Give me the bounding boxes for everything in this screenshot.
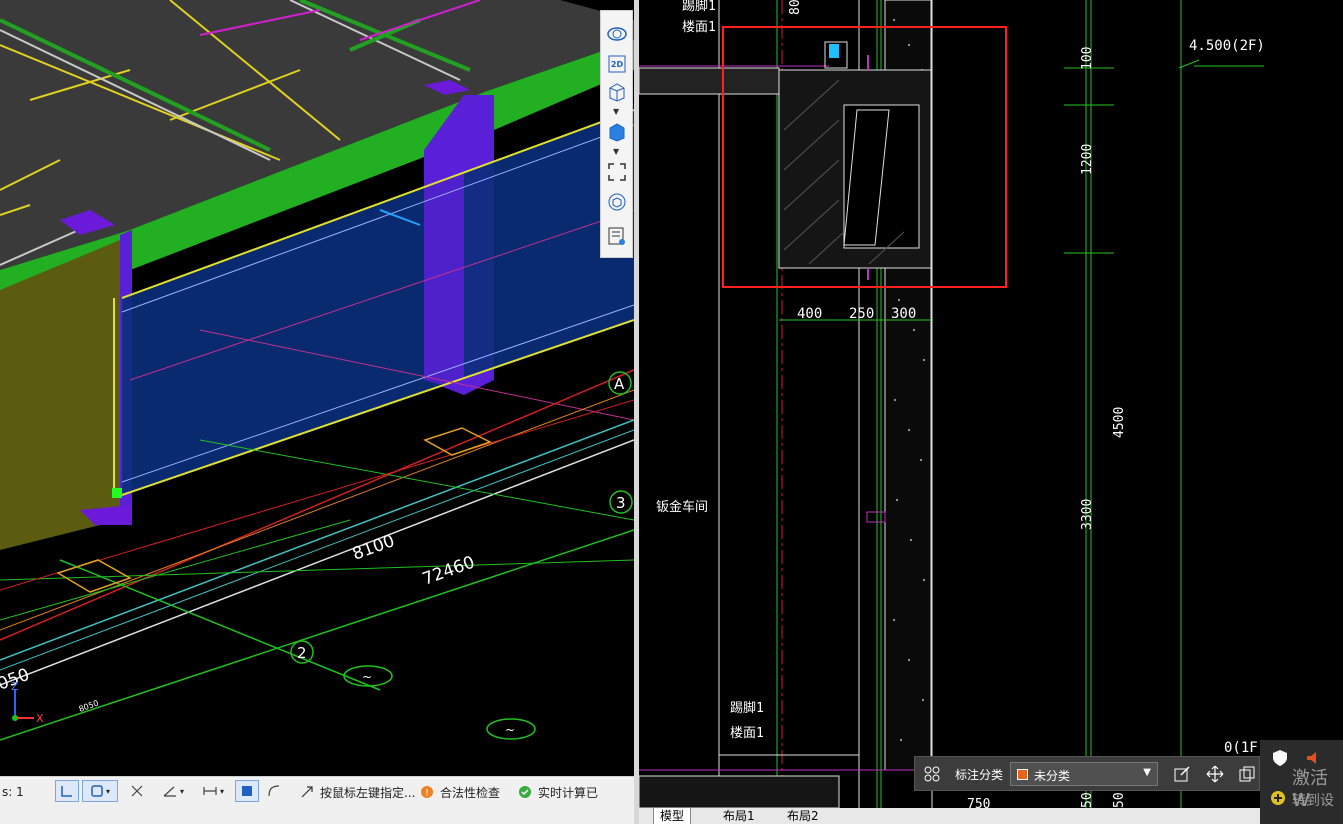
status-scale: s: 1: [2, 785, 24, 799]
ortho-toggle[interactable]: [55, 780, 79, 802]
angle-button[interactable]: ▾: [155, 780, 191, 802]
check-circle-icon: [519, 786, 531, 798]
axis-label-a: A: [614, 375, 625, 393]
top-label-1: 踢脚1: [682, 0, 716, 14]
resize-arrow-icon: [301, 786, 313, 798]
dim-3300: 3300: [1080, 499, 1095, 530]
chevron-down-icon[interactable]: ▼: [613, 107, 619, 116]
svg-text:!: !: [425, 788, 429, 799]
cross-snap-button[interactable]: [125, 780, 149, 802]
dim-250: 250: [849, 306, 874, 322]
grid-icon[interactable]: [922, 764, 942, 784]
orbit-icon[interactable]: [606, 23, 628, 45]
settings-link-text[interactable]: 转到设: [1292, 790, 1334, 810]
shield-icon[interactable]: [1270, 748, 1290, 768]
cross-icon: [131, 785, 143, 797]
dim-80: 80: [788, 0, 803, 15]
warning-icon: !: [421, 786, 433, 799]
bottom-label-2: 楼面1: [730, 726, 764, 741]
annotation-category-label: 标注分类: [955, 768, 1004, 782]
dim-400: 400: [797, 306, 822, 322]
svg-text:~: ~: [505, 723, 515, 737]
dim-text-8100: 8100: [350, 531, 397, 565]
dim-text-small: 8050: [78, 698, 100, 713]
elevation-4500: 4.500(2F): [1189, 38, 1265, 54]
axis-label-2: 2: [297, 644, 307, 662]
elevation-0: 0(1F: [1224, 740, 1258, 756]
add-icon[interactable]: [1270, 790, 1286, 806]
angle-icon: [163, 786, 176, 797]
axis-label-3: 3: [616, 494, 626, 512]
status-bar: s: 1 ▾ ▾ ▾ 按鼠标左键指定... ! 合法性检查 实时计算已: [0, 776, 634, 807]
3d-solid-icon[interactable]: [606, 121, 628, 143]
copy-icon[interactable]: [1237, 764, 1257, 784]
top-label-2: 楼面1: [682, 20, 716, 35]
category-color-swatch: [1017, 769, 1028, 780]
move-icon[interactable]: [1205, 764, 1225, 784]
cad-drawing-viewport[interactable]: 踢脚1 楼面1 80 4.500(2F) 100 1200 400 250 30…: [639, 0, 1343, 808]
2d-label: 2D: [610, 59, 624, 69]
dimension-icon: [203, 787, 217, 795]
x-axis-label: X: [36, 712, 44, 725]
calc-text: 实时计算已: [538, 785, 599, 800]
2d-view-button[interactable]: 2D: [606, 53, 628, 75]
dim-1200: 1200: [1080, 144, 1095, 175]
edit-icon[interactable]: [1172, 764, 1192, 784]
tab-layout-2[interactable]: 布局2: [781, 808, 825, 824]
dim-100: 100: [1080, 47, 1095, 70]
select-icon: [242, 786, 252, 796]
curve-icon: [268, 785, 280, 797]
select-mode-toggle[interactable]: [235, 780, 259, 802]
annotation-panel: 标注分类 未分类 ▼: [914, 756, 1260, 791]
snap-toggle[interactable]: ▾: [82, 780, 118, 802]
snap-icon: [91, 785, 103, 797]
dim-50b: 50: [1112, 792, 1127, 808]
workshop-label: 钣金车间: [656, 499, 708, 515]
3d-scene: A 3 2 ~ ~ 8100 72460 050 8050 Z X: [0, 0, 634, 741]
chevron-down-icon: ▼: [1143, 767, 1151, 778]
check-item[interactable]: ! 合法性检查: [420, 781, 500, 803]
fit-view-icon[interactable]: [606, 161, 628, 183]
check-text: 合法性检查: [440, 785, 501, 800]
system-tray: 激活 W 转到设: [1260, 740, 1343, 824]
annotation-category-select[interactable]: 未分类 ▼: [1010, 762, 1158, 786]
svg-text:~: ~: [362, 670, 372, 684]
dim-300: 300: [891, 306, 916, 322]
ortho-icon: [61, 786, 72, 797]
hint-item: 按鼠标左键指定...: [300, 781, 415, 803]
calc-item[interactable]: 实时计算已: [518, 781, 598, 803]
annotation-category-value: 未分类: [1034, 769, 1071, 783]
bottom-label-1: 踢脚1: [730, 700, 764, 716]
curve-button[interactable]: [262, 780, 286, 802]
z-axis-label: Z: [11, 680, 19, 693]
view-toolbar: 2D ▼ ▼: [600, 10, 633, 258]
3d-box-icon[interactable]: [606, 81, 628, 103]
3d-model-viewport[interactable]: A 3 2 ~ ~ 8100 72460 050 8050 Z X: [0, 0, 634, 776]
layout-tabs: 模型 布局1 布局2: [639, 808, 1343, 824]
bottom-strip: [0, 806, 634, 824]
dim-4500: 4500: [1112, 407, 1127, 438]
isometric-icon[interactable]: [606, 191, 628, 213]
dim-50a: 50: [1080, 792, 1095, 808]
tab-layout-1[interactable]: 布局1: [717, 808, 761, 824]
chevron-down-icon[interactable]: ▼: [613, 147, 619, 156]
dim-750: 750: [967, 797, 990, 808]
dimension-button[interactable]: ▾: [195, 780, 231, 802]
cad-drawing: 踢脚1 楼面1 80 4.500(2F) 100 1200 400 250 30…: [639, 0, 1265, 808]
tab-model[interactable]: 模型: [653, 808, 692, 824]
hint-text: 按鼠标左键指定...: [320, 785, 416, 800]
display-settings-icon[interactable]: [606, 225, 628, 247]
